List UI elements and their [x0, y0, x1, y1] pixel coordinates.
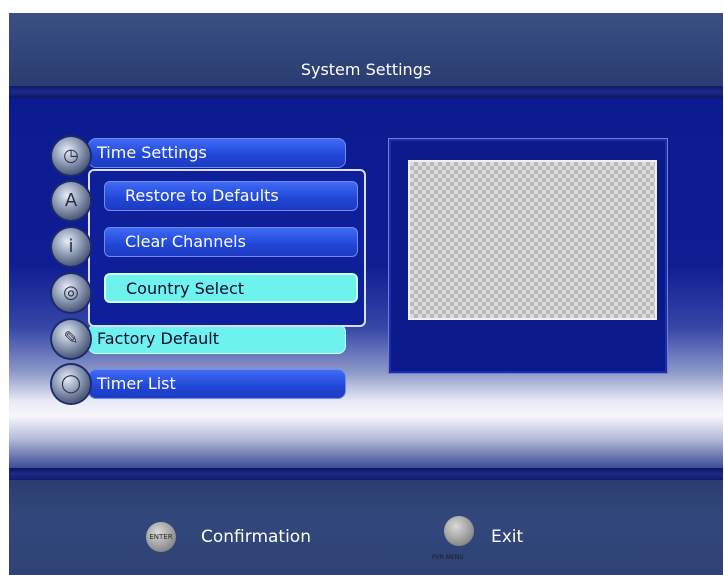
submenu-item-label: Country Select: [126, 279, 245, 298]
menu-item-label: Time Settings: [97, 143, 207, 162]
footer-divider: [9, 468, 723, 480]
submenu-item-country-select[interactable]: Country Select: [104, 273, 358, 303]
info-icon: i: [52, 228, 90, 266]
clock-icon: ◷: [52, 137, 90, 175]
exit-label: Exit: [491, 527, 524, 547]
submenu-item-label: Clear Channels: [125, 232, 246, 251]
video-preview: [408, 160, 657, 320]
font-icon: A: [52, 182, 90, 220]
menu-item-time-settings[interactable]: Time Settings: [88, 138, 346, 168]
submenu-item-restore-defaults[interactable]: Restore to Defaults: [104, 181, 358, 211]
timer-icon: ◯: [52, 365, 90, 403]
submenu-item-label: Restore to Defaults: [125, 186, 279, 205]
enter-button-icon: ENTER: [146, 522, 176, 552]
header-bar: System Settings: [9, 13, 723, 86]
menu-item-label: Timer List: [97, 374, 176, 393]
tool-icon: ✎: [52, 320, 90, 358]
menu-item-label: Factory Default: [97, 329, 219, 348]
header-divider: [9, 86, 723, 98]
menu-item-factory-default-selected[interactable]: Factory Default: [88, 324, 346, 354]
confirmation-label: Confirmation: [201, 527, 311, 547]
submenu-item-clear-channels[interactable]: Clear Channels: [104, 227, 358, 257]
menu-item-timer-list[interactable]: Timer List: [88, 369, 346, 399]
factory-default-submenu: Restore to Defaults Clear Channels Count…: [88, 169, 366, 327]
pvr-menu-label: PVR MENU: [432, 554, 464, 561]
footer-bar: [9, 480, 723, 575]
globe-icon: ◎: [52, 274, 90, 312]
exit-button-icon: [444, 516, 474, 546]
page-title: System Settings: [300, 60, 432, 79]
